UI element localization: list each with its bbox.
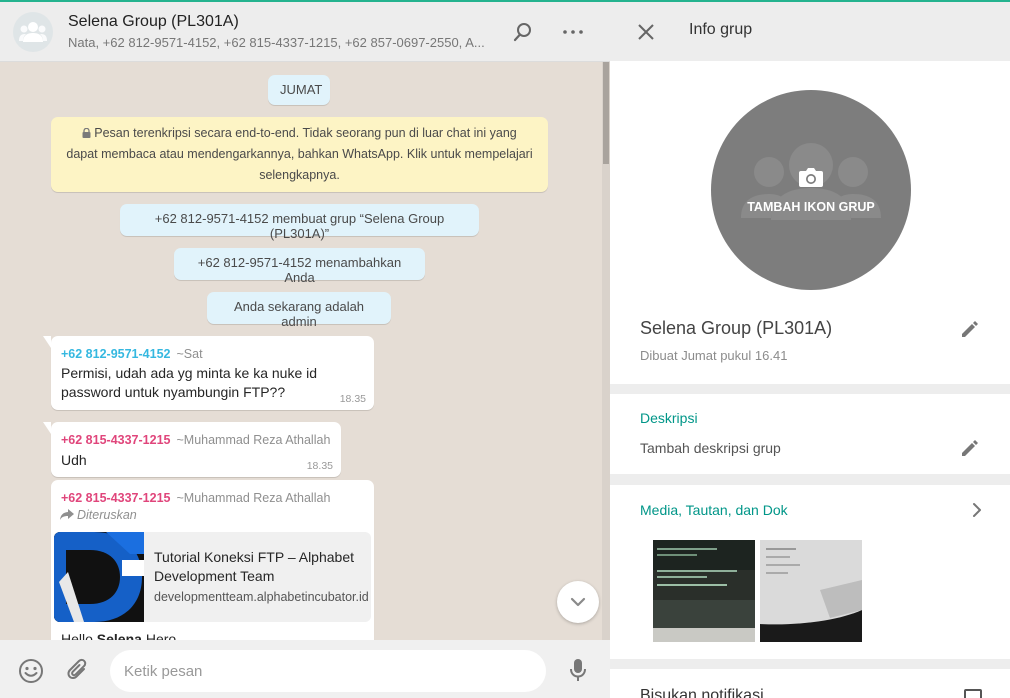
description-card: Deskripsi Tambah deskripsi grup bbox=[610, 394, 1010, 474]
media-thumbnail[interactable] bbox=[760, 540, 862, 642]
message-text-part: Hello bbox=[61, 631, 97, 640]
chat-pane: Selena Group (PL301A) Nata, +62 812-9571… bbox=[0, 0, 610, 698]
add-group-icon-button[interactable]: TAMBAH IKON GRUP bbox=[711, 90, 911, 290]
message-text: Udh bbox=[61, 452, 87, 468]
link-title: Tutorial Koneksi FTP – Alphabet Developm… bbox=[154, 549, 354, 584]
message-nick: ~Muhammad Reza Athallah bbox=[176, 433, 331, 447]
add-group-icon-label: TAMBAH IKON GRUP bbox=[747, 200, 875, 214]
chevron-right-icon[interactable] bbox=[970, 502, 984, 518]
description-title: Deskripsi bbox=[640, 410, 698, 426]
message-sender-row: +62 812-9571-4152 ~Sat bbox=[61, 345, 203, 363]
mute-label: Bisukan notifikasi bbox=[640, 687, 764, 698]
system-message: +62 812-9571-4152 menambahkan Anda bbox=[174, 248, 425, 285]
forward-arrow-icon bbox=[60, 509, 74, 520]
profile-card: TAMBAH IKON GRUP Selena Group (PL301A) D… bbox=[610, 61, 1010, 384]
group-info-panel: Info grup TAMBAH IKON GRUP Selena Group … bbox=[610, 0, 1010, 698]
system-message: Anda sekarang adalah admin bbox=[207, 292, 391, 329]
message-sender[interactable]: +62 812-9571-4152 bbox=[61, 347, 170, 361]
group-silhouette-icon bbox=[741, 143, 881, 220]
search-icon[interactable] bbox=[511, 20, 535, 44]
system-message: +62 812-9571-4152 membuat grup “Selena G… bbox=[120, 204, 479, 241]
forwarded-text: Diteruskan bbox=[77, 508, 137, 522]
message-input[interactable] bbox=[110, 650, 546, 692]
group-avatar[interactable] bbox=[13, 12, 53, 52]
mic-icon[interactable] bbox=[568, 657, 588, 688]
media-title[interactable]: Media, Tautan, dan Dok bbox=[640, 502, 788, 518]
message-sender[interactable]: +62 815-4337-1215 bbox=[61, 491, 170, 505]
message-bubble[interactable]: +62 812-9571-4152 ~Sat Permisi, udah ada … bbox=[43, 336, 374, 410]
encryption-notice[interactable]: Pesan terenkripsi secara end-to-end. Tid… bbox=[51, 117, 548, 192]
message-text-bold: Selena bbox=[96, 631, 142, 640]
chat-header[interactable]: Selena Group (PL301A) Nata, +62 812-9571… bbox=[0, 2, 610, 62]
message-sender-row: +62 815-4337-1215 ~Muhammad Reza Athallah bbox=[61, 431, 330, 449]
message-nick: ~Muhammad Reza Athallah bbox=[176, 491, 331, 505]
message-bubble[interactable]: +62 815-4337-1215 ~Muhammad Reza Athallah… bbox=[43, 422, 341, 477]
mute-card: Bisukan notifikasi bbox=[610, 669, 1010, 698]
link-thumbnail bbox=[54, 532, 144, 622]
mute-checkbox[interactable] bbox=[964, 689, 982, 698]
message-time: 18.35 bbox=[339, 393, 366, 405]
message-sender-row: +62 815-4337-1215 ~Muhammad Reza Athallah bbox=[61, 489, 330, 507]
pencil-icon[interactable] bbox=[960, 438, 980, 458]
message-sender[interactable]: +62 815-4337-1215 bbox=[61, 433, 170, 447]
description-placeholder[interactable]: Tambah deskripsi grup bbox=[640, 440, 781, 456]
message-text-part: Hero bbox=[141, 631, 177, 640]
emoji-icon[interactable] bbox=[18, 658, 44, 689]
menu-dots-icon[interactable] bbox=[561, 20, 585, 44]
link-preview[interactable]: Tutorial Koneksi FTP – Alphabet Developm… bbox=[54, 532, 371, 622]
chat-title[interactable]: Selena Group (PL301A) bbox=[68, 13, 239, 31]
message-text: Hello Selena Hero bbox=[61, 630, 176, 640]
group-people-icon bbox=[19, 22, 47, 42]
link-domain: developmentteam.alphabetincubator.id bbox=[154, 590, 369, 604]
forwarded-label: Diteruskan bbox=[60, 508, 137, 522]
chat-members-list[interactable]: Nata, +62 812-9571-4152, +62 815-4337-12… bbox=[68, 35, 488, 50]
message-bubble[interactable]: +62 815-4337-1215 ~Muhammad Reza Athallah… bbox=[51, 480, 374, 640]
attach-icon[interactable] bbox=[66, 657, 90, 688]
encryption-text: Pesan terenkripsi secara end-to-end. Tid… bbox=[66, 126, 533, 182]
scroll-down-button[interactable] bbox=[557, 581, 599, 623]
message-nick: ~Sat bbox=[176, 347, 203, 361]
close-icon[interactable] bbox=[636, 22, 656, 42]
lock-icon bbox=[82, 128, 91, 138]
chevron-down-icon bbox=[570, 597, 586, 607]
group-name: Selena Group (PL301A) bbox=[640, 318, 833, 338]
day-label: JUMAT bbox=[268, 75, 330, 105]
info-header: Info grup bbox=[610, 2, 1010, 61]
camera-icon bbox=[799, 168, 823, 187]
group-created-time: Dibuat Jumat pukul 16.41 bbox=[640, 348, 788, 363]
bubble-tail bbox=[43, 422, 51, 434]
info-title: Info grup bbox=[689, 21, 753, 38]
message-text: Permisi, udah ada yg minta ke ka nuke id… bbox=[61, 365, 318, 400]
media-thumbnail[interactable] bbox=[653, 540, 755, 642]
bubble-tail bbox=[43, 336, 51, 348]
message-list[interactable]: JUMAT Pesan terenkripsi secara end-to-en… bbox=[0, 62, 602, 640]
pencil-icon[interactable] bbox=[960, 319, 980, 339]
message-time: 18.35 bbox=[306, 460, 333, 472]
composer-bar bbox=[0, 640, 610, 698]
media-card: Media, Tautan, dan Dok bbox=[610, 485, 1010, 659]
scrollbar-thumb[interactable] bbox=[603, 62, 609, 164]
